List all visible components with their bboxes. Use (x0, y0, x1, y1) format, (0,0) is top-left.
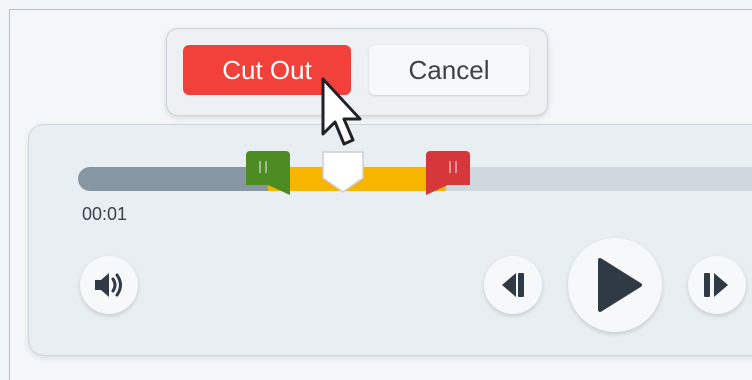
timecode: 00:01 (82, 204, 128, 224)
volume-icon (95, 273, 122, 297)
mouse-pointer-icon (320, 76, 366, 161)
grip-icon (265, 161, 267, 173)
cancel-button[interactable]: Cancel (369, 45, 529, 95)
grip-icon (259, 161, 261, 173)
next-button[interactable] (688, 256, 746, 314)
play-icon (598, 258, 642, 312)
selection-end-handle[interactable] (426, 151, 470, 195)
step-forward-icon (704, 273, 728, 297)
volume-button[interactable] (80, 256, 138, 314)
grip-icon (455, 161, 457, 173)
previous-button[interactable] (484, 256, 542, 314)
grip-icon (449, 161, 451, 173)
play-button[interactable] (568, 238, 662, 332)
timeline-played-region (78, 167, 268, 191)
step-back-icon (502, 273, 524, 297)
selection-start-handle[interactable] (246, 151, 290, 195)
